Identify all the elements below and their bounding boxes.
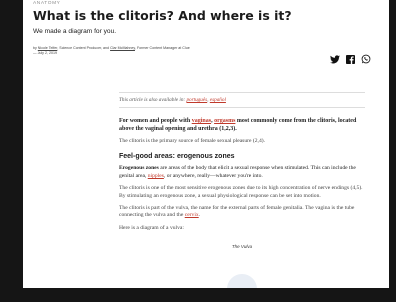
category-label[interactable]: ANATOMY xyxy=(33,1,379,6)
page-subtitle: We made a diagram for you. xyxy=(33,28,117,35)
vaginas-link[interactable]: vaginas xyxy=(192,118,211,124)
orgasms-link[interactable]: orgasms xyxy=(214,118,235,124)
page-title: What is the clitoris? And where is it? xyxy=(33,8,292,23)
section-heading: Feel-good areas: erogenous zones xyxy=(119,153,235,161)
sensitivity-paragraph: The clitoris is one of the most sensitiv… xyxy=(119,185,363,199)
facebook-icon[interactable] xyxy=(346,51,355,69)
also-available-text: This article is also available in: xyxy=(119,97,187,103)
diagram-image xyxy=(227,274,257,288)
whatsapp-icon[interactable] xyxy=(361,51,371,69)
tablet-device: ANATOMY What is the clitoris? And where … xyxy=(0,0,396,302)
primary-source-paragraph: The clitoris is the primary source of fe… xyxy=(119,138,266,144)
author-link-2[interactable]: Clar McMahney xyxy=(110,46,135,50)
vulva-paragraph: The clitoris is part of the vulva, the n… xyxy=(119,205,365,220)
figure-caption: The Vulva xyxy=(231,244,253,250)
nipples-link[interactable]: nipples xyxy=(148,173,164,179)
device-bezel-right xyxy=(389,0,396,302)
author2-role: , Former Content Manager at Clue xyxy=(134,46,190,50)
article-body: This article is also available in: portu… xyxy=(119,92,365,288)
cervix-link[interactable]: cervix xyxy=(185,212,199,218)
language-link-portuguese[interactable]: português xyxy=(186,97,207,103)
diagram-intro: Here is a diagram of a vulva: xyxy=(119,224,184,231)
author-link-1[interactable]: Nicole Telfer xyxy=(38,46,58,50)
device-bezel-left xyxy=(0,0,23,302)
twitter-icon[interactable] xyxy=(330,51,340,69)
article-header: ANATOMY What is the clitoris? And where … xyxy=(33,0,379,56)
device-bezel-bottom xyxy=(0,288,396,302)
share-bar xyxy=(330,51,371,69)
vulva-text-2: . xyxy=(198,212,201,219)
byline-prefix: by xyxy=(33,46,37,50)
language-availability: This article is also available in: portu… xyxy=(119,92,365,108)
publish-date: — July 2, 2019 xyxy=(33,51,57,55)
language-link-spanish[interactable]: español xyxy=(210,97,226,103)
lead-text-1: For women and people with xyxy=(119,118,192,124)
erogenous-paragraph: Erogenous zones are areas of the body th… xyxy=(119,165,365,180)
author1-role: , Science Content Producer, and xyxy=(57,46,110,50)
screen: ANATOMY What is the clitoris? And where … xyxy=(23,0,389,288)
vulva-text-1: The clitoris is part of the vulva, the n… xyxy=(119,205,355,219)
lead-paragraph: For women and people with vaginas, orgas… xyxy=(119,117,365,133)
erogenous-text-2: , or anywhere, really—whatever you're in… xyxy=(163,172,263,179)
byline: by Nicole Telfer, Science Content Produc… xyxy=(33,46,233,56)
erogenous-term: Erogenous zones xyxy=(119,165,159,172)
